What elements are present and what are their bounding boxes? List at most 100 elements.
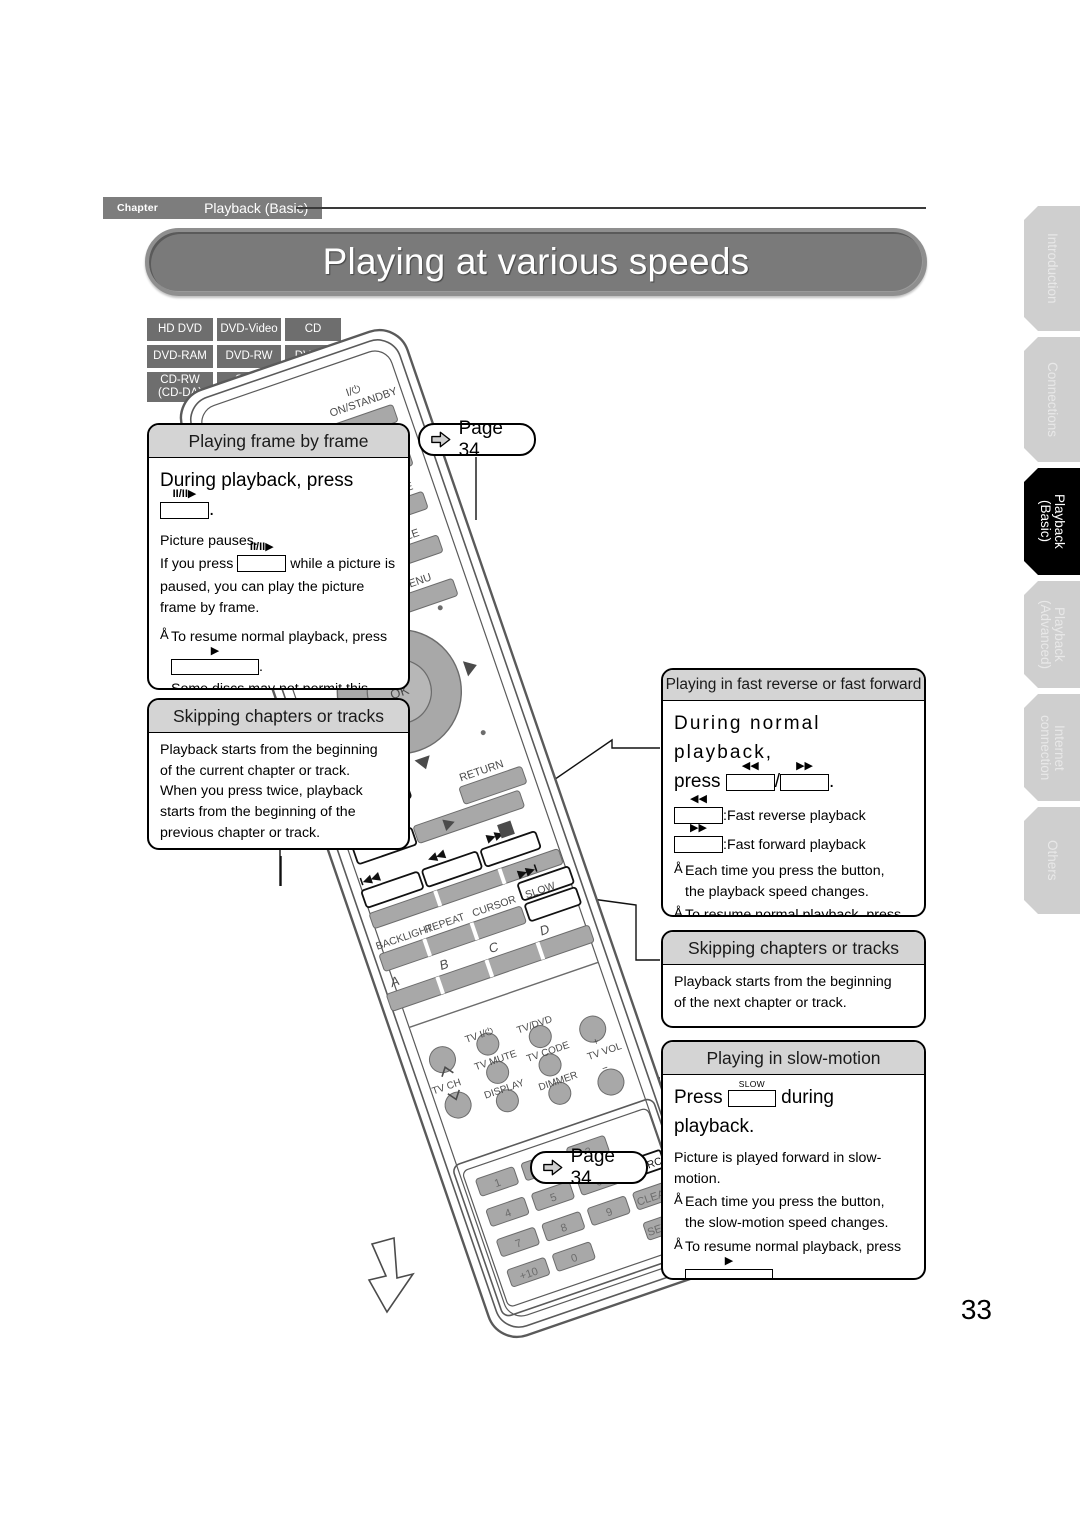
definition-line: ▶▶ :Fast forward playback: [674, 823, 913, 856]
page-reference-top[interactable]: Page 34: [418, 418, 536, 461]
instruction-line: During normal playback,: [674, 713, 821, 763]
side-tab-label: Others: [1045, 840, 1061, 881]
disc-badge-sublabel: (CD-DA): [157, 387, 203, 399]
play-key-icon: ▶: [685, 1255, 773, 1278]
note-line: To resume normal playback, press: [674, 1236, 913, 1258]
fast-forward-key-icon: ▶▶: [780, 761, 830, 791]
side-tab-playback-advanced[interactable]: Playback (Advanced): [1024, 581, 1080, 688]
svg-text:CURSOR: CURSOR: [471, 893, 518, 919]
side-tab-introduction[interactable]: Introduction: [1024, 206, 1080, 331]
disc-badge: CD-RW (CD-DA): [146, 371, 214, 403]
disc-badge-label: DVD-Video: [220, 323, 278, 336]
instruction-line: Press SLOW during playback.: [674, 1079, 834, 1137]
callout-body: Playback starts from the beginning of th…: [663, 965, 924, 1022]
body-line: motion.: [674, 1170, 721, 1187]
callout-title: Skipping chapters or tracks: [663, 932, 924, 965]
body-line: Playback starts from the beginning: [674, 974, 892, 990]
fast-reverse-key-icon: ◀◀: [725, 761, 775, 791]
page-reference-label: Page 34: [458, 417, 503, 461]
body-line: frame by frame.: [160, 600, 260, 617]
fast-forward-key-icon: ▶▶: [674, 823, 723, 854]
note-key-row: ▶ .: [674, 1255, 913, 1278]
side-tab-connections[interactable]: Connections: [1024, 337, 1080, 462]
header-rule: [296, 207, 926, 209]
svg-text:BACKLIGHT: BACKLIGHT: [374, 922, 435, 953]
svg-text:▶▶: ▶▶: [484, 828, 505, 845]
svg-text:◀◀: ◀◀: [426, 848, 447, 865]
svg-text:DIMMER: DIMMER: [537, 1070, 579, 1094]
svg-text:0: 0: [570, 1252, 580, 1265]
disc-badge-label: CD-RW: [160, 374, 200, 387]
callout-playing-slow-motion: Playing in slow-motion Press SLOW during…: [661, 1040, 926, 1280]
svg-text:TV MUTE: TV MUTE: [473, 1048, 518, 1073]
side-tab-label: Introduction: [1045, 233, 1061, 304]
svg-text:▶▶I: ▶▶I: [516, 863, 540, 881]
callout-body: Playback starts from the beginning of th…: [149, 733, 408, 848]
body-line: Picture is played forward in slow-: [674, 1150, 882, 1166]
svg-text:7: 7: [514, 1237, 524, 1250]
play-key-icon: ▶: [171, 645, 259, 675]
svg-text:TV/DVD: TV/DVD: [516, 1014, 554, 1036]
svg-text:−: −: [601, 1062, 610, 1074]
svg-text:D: D: [538, 921, 552, 938]
page-title-text: Playing at various speeds: [322, 241, 750, 282]
svg-text:DISPLAY: DISPLAY: [483, 1078, 526, 1102]
disc-badge: DVD-Video: [216, 317, 282, 342]
svg-text:SLOW: SLOW: [524, 880, 557, 901]
chapter-label: Chapter: [117, 202, 159, 214]
callout-skipping-chapters-next: Skipping chapters or tracks Playback sta…: [661, 930, 926, 1028]
disc-badge: HD DVD: [146, 317, 214, 342]
side-tab-label: Internet connection: [1038, 714, 1068, 781]
slow-key-icon: SLOW: [727, 1079, 776, 1107]
note-line: To resume normal playback, press: [160, 626, 397, 648]
callout-skipping-chapters-previous: Skipping chapters or tracks Playback sta…: [147, 698, 410, 850]
note-line: the playback speed changes.: [685, 883, 869, 900]
note-line: Each time you press the button,: [674, 1191, 913, 1213]
body-line: of the next chapter or track.: [674, 994, 847, 1011]
pause-frame-key-icon: II/II▶: [237, 541, 287, 572]
body-line: Playback starts from the beginning: [160, 742, 378, 758]
side-tab-label: Connections: [1045, 361, 1061, 438]
svg-text:TV I/⏻: TV I/⏻: [464, 1026, 495, 1046]
instruction-line: press ◀◀ / ▶▶ .: [674, 760, 835, 793]
disc-badge-label: DVD-R: [294, 350, 332, 363]
disc-row: DVD-RAM DVD-RW DVD-R: [146, 344, 344, 369]
svg-text:8: 8: [559, 1222, 569, 1235]
callout-fast-reverse-forward: Playing in fast reverse or fast forward …: [661, 668, 926, 917]
body-line: paused, you can play the picture: [160, 579, 365, 596]
callout-body: Press SLOW during playback. Picture is p…: [663, 1075, 924, 1278]
svg-text:C: C: [487, 939, 501, 956]
note-line: the slow-motion speed changes.: [685, 1215, 889, 1232]
side-tab-label: Playback (Basic): [1038, 494, 1068, 549]
svg-text:9: 9: [605, 1206, 615, 1219]
callout-title: Playing in slow-motion: [663, 1042, 924, 1075]
arrow-right-icon: [543, 1159, 563, 1176]
instruction-line: During playback, press II/II▶ .: [160, 470, 354, 520]
callout-title: Playing in fast reverse or fast forward: [663, 670, 924, 701]
side-tab-playback-basic[interactable]: Playback (Basic): [1024, 468, 1080, 575]
note-line: Some discs may not permit this: [171, 681, 369, 690]
svg-text:5: 5: [549, 1191, 559, 1204]
svg-text:+: +: [592, 1036, 601, 1048]
note-line: To resume normal playback, press: [674, 904, 913, 915]
svg-text:TV CODE: TV CODE: [525, 1040, 571, 1065]
note-key-row: ▶ .: [160, 645, 397, 678]
page-title: Playing at various speeds: [145, 228, 927, 296]
page-number: 33: [960, 1294, 992, 1325]
svg-text:TV VOL: TV VOL: [586, 1041, 624, 1063]
svg-text:I/⏻: I/⏻: [344, 383, 362, 399]
side-tab-internet-connection[interactable]: Internet connection: [1024, 694, 1080, 801]
callout-body: During playback, press II/II▶ . Picture …: [149, 458, 408, 690]
svg-text:A: A: [387, 973, 401, 990]
disc-badge-label: CD-R: [234, 374, 264, 387]
callout-playing-frame-by-frame: Playing frame by frame During playback, …: [147, 423, 410, 690]
svg-text:RETURN: RETURN: [458, 758, 505, 784]
body-line: When you press twice, playback: [160, 783, 363, 800]
disc-badge-label: HD DVD: [157, 323, 203, 336]
svg-text:REPEAT: REPEAT: [423, 911, 466, 936]
svg-text:+10: +10: [518, 1265, 540, 1282]
side-tab-others[interactable]: Others: [1024, 807, 1080, 914]
svg-text:I◀◀: I◀◀: [358, 870, 381, 888]
callout-title: Skipping chapters or tracks: [149, 700, 408, 733]
page-reference-bottom[interactable]: Page 34: [530, 1146, 648, 1189]
